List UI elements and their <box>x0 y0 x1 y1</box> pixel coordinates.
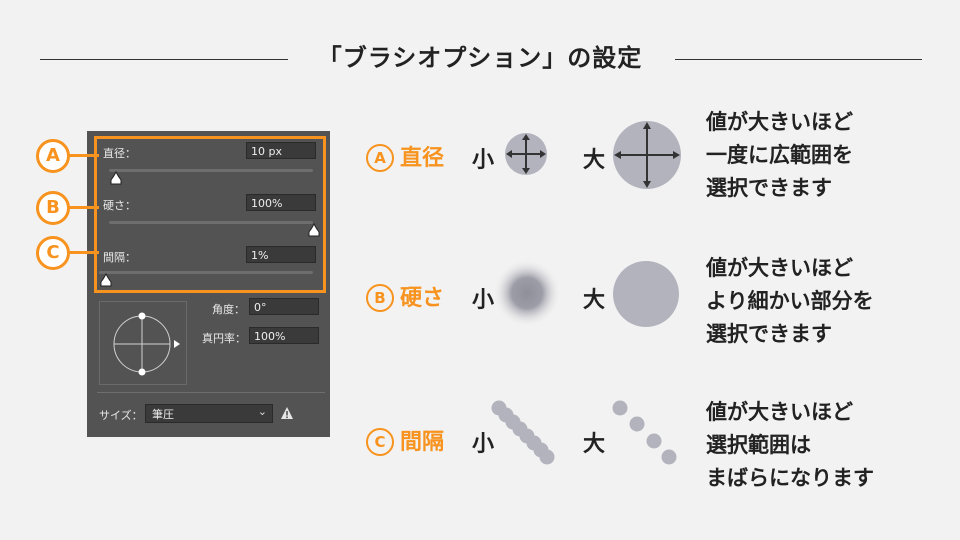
warning-icon <box>280 405 294 424</box>
spacing-tight-sample <box>491 400 555 465</box>
row-b-desc-line: より細かい部分を <box>706 289 874 313</box>
brush-angle-preview[interactable] <box>99 301 187 385</box>
diameter-large-sample <box>613 121 681 189</box>
callout-a-connector <box>69 154 99 157</box>
row-c-desc-line: 選択範囲は <box>706 433 811 457</box>
row-c-desc-line: 値が大きいほど <box>706 400 853 424</box>
hardness-soft-sample <box>493 259 561 327</box>
callout-c-connector <box>69 251 99 254</box>
roundness-input[interactable]: 100% <box>249 327 319 344</box>
angle-input[interactable]: 0° <box>249 298 319 315</box>
size-control-label: サイズ： <box>99 409 143 422</box>
callout-c: C <box>36 236 70 270</box>
row-a-desc-line: 値が大きいほど <box>706 110 853 134</box>
row-b-badge: B <box>366 284 394 312</box>
diameter-small-sample <box>505 133 547 175</box>
row-b-description: 値が大きいほど より細かい部分を 選択できます <box>706 252 874 351</box>
row-c-large-label: 大 <box>583 432 606 457</box>
row-c-description: 値が大きいほど 選択範囲は まばらになります <box>706 396 874 495</box>
row-c-badge: C <box>366 428 394 456</box>
callout-b-connector <box>69 206 99 209</box>
row-a-heading: A 直径 <box>366 140 444 172</box>
row-a-desc-line: 一度に広範囲を <box>706 143 853 167</box>
size-control-select[interactable]: 筆圧 ⌄ <box>145 404 273 423</box>
row-c-heading: C 間隔 <box>366 424 444 456</box>
spacing-wide-sample <box>612 400 677 465</box>
row-b-large-label: 大 <box>583 288 606 313</box>
angle-label: 角度： <box>212 303 245 316</box>
row-c-name: 間隔 <box>400 430 445 455</box>
row-b-heading: B 硬さ <box>366 280 444 312</box>
size-control-value: 筆圧 <box>152 408 174 421</box>
row-b-name: 硬さ <box>400 286 445 311</box>
row-c-desc-line: まばらになります <box>706 466 874 490</box>
row-a-description: 値が大きいほど 一度に広範囲を 選択できます <box>706 106 853 205</box>
chevron-down-icon: ⌄ <box>257 405 267 418</box>
callout-a: A <box>36 139 70 173</box>
hardness-hard-sample <box>613 261 679 327</box>
callout-b: B <box>36 191 70 225</box>
row-b-desc-line: 選択できます <box>706 322 832 346</box>
row-b-small-label: 小 <box>472 288 495 313</box>
row-b-desc-line: 値が大きいほど <box>706 256 853 280</box>
panel-divider <box>97 392 325 393</box>
row-a-large-label: 大 <box>583 148 606 173</box>
roundness-label: 真円率： <box>202 332 246 345</box>
row-a-badge: A <box>366 144 394 172</box>
page-title: 「ブラシオプション」の設定 <box>317 44 643 72</box>
brush-angle-widget[interactable] <box>100 302 186 384</box>
highlight-box <box>94 136 326 293</box>
row-a-name: 直径 <box>400 146 445 171</box>
row-a-desc-line: 選択できます <box>706 176 832 200</box>
row-a-small-label: 小 <box>472 148 495 173</box>
